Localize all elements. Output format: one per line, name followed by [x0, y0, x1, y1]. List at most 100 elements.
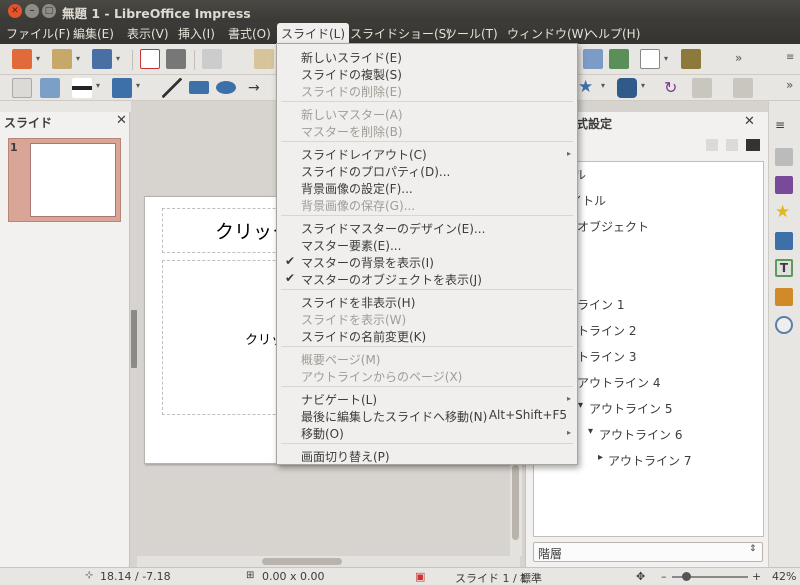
navigator-icon[interactable]: [775, 316, 793, 334]
animation-icon[interactable]: ★: [775, 203, 793, 221]
style-filter-select[interactable]: [533, 542, 763, 562]
arrange-icon[interactable]: [733, 78, 753, 98]
menu-insert[interactable]: 挿入(I): [178, 25, 215, 42]
menu-tools[interactable]: ツール(T): [445, 25, 498, 42]
menu-item-slide-layout[interactable]: スライドレイアウト(C): [301, 146, 427, 163]
menu-item-hide-slide[interactable]: スライドを非表示(H): [301, 294, 415, 311]
gallery-icon[interactable]: [775, 288, 793, 306]
style-menu-icon[interactable]: [746, 139, 760, 151]
style-item[interactable]: アウトライン 6: [599, 426, 682, 443]
arrow-icon[interactable]: →: [248, 78, 268, 98]
menu-item-master-elements[interactable]: マスター要素(E)...: [301, 237, 401, 254]
print-icon[interactable]: [166, 49, 186, 69]
zoom-level[interactable]: 42%: [772, 570, 796, 583]
image-icon[interactable]: [681, 49, 701, 69]
menu-item-slide-properties[interactable]: スライドのプロパティ(D)...: [301, 163, 450, 180]
slide-thumbnail[interactable]: [30, 143, 116, 217]
chevron-down-icon[interactable]: ▾: [664, 54, 668, 63]
save-icon[interactable]: [92, 49, 112, 69]
horizontal-scroll-thumb[interactable]: [262, 558, 342, 565]
maximize-window-icon[interactable]: □: [42, 4, 56, 18]
chevron-down-icon[interactable]: ▾: [76, 54, 80, 63]
style-item[interactable]: トライン 2: [577, 322, 636, 339]
menu-edit[interactable]: 編集(E): [73, 25, 114, 42]
expand-icon[interactable]: ▾: [578, 400, 583, 411]
chevron-down-icon[interactable]: ▾: [116, 54, 120, 63]
zoom-slider-handle[interactable]: [682, 572, 691, 581]
rotate-icon[interactable]: ↻: [664, 78, 684, 98]
chevron-down-icon[interactable]: ▾: [601, 81, 605, 90]
properties-icon[interactable]: [775, 148, 793, 166]
line-icon[interactable]: [162, 78, 182, 98]
menu-item-rename-slide[interactable]: スライドの名前変更(K): [301, 328, 426, 345]
style-item[interactable]: アウトライン 5: [589, 400, 672, 417]
style-item[interactable]: アウトライン 4: [577, 374, 660, 391]
zoom-out-icon[interactable]: –: [661, 570, 667, 583]
line-style-icon[interactable]: [72, 78, 92, 98]
menu-item-show-master-objects[interactable]: マスターのオブジェクトを表示(J): [301, 271, 482, 288]
menu-item-move[interactable]: 移動(O): [301, 425, 344, 442]
style-item[interactable]: アウトライン 7: [608, 452, 691, 469]
expand-icon[interactable]: ▸: [598, 452, 603, 463]
menu-format[interactable]: 書式(O): [228, 25, 271, 42]
ellipse-icon[interactable]: [216, 81, 236, 94]
new-style-icon[interactable]: [706, 139, 718, 151]
menu-slide[interactable]: スライド(L): [277, 23, 350, 44]
menu-item-last-edited-slide[interactable]: 最後に編集したスライドへ移動(N): [301, 408, 487, 425]
slide-transition-icon[interactable]: [775, 232, 793, 250]
table-icon[interactable]: [640, 49, 660, 69]
menu-item-show-master-background[interactable]: マスターの背景を表示(I): [301, 254, 434, 271]
style-item[interactable]: トライン 3: [577, 348, 636, 365]
menu-item-navigate[interactable]: ナビゲート(L): [301, 391, 377, 408]
toolbar-options-icon[interactable]: ≡: [786, 52, 794, 63]
close-icon[interactable]: ✕: [116, 113, 127, 128]
menu-view[interactable]: 表示(V): [127, 25, 169, 42]
sidebar-menu-icon[interactable]: ≡: [775, 118, 793, 136]
overflow-icon[interactable]: »: [735, 51, 742, 65]
select-arrow-icon[interactable]: [12, 78, 32, 98]
menu-item-master-design[interactable]: スライドマスターのデザイン(E)...: [301, 220, 485, 237]
submenu-arrow-icon: ▸: [567, 428, 572, 437]
chevron-down-icon[interactable]: ▾: [36, 54, 40, 63]
menu-item-set-background[interactable]: 背景画像の設定(F)...: [301, 180, 413, 197]
style-item[interactable]: ライン 1: [577, 296, 624, 313]
slideshow-icon[interactable]: [583, 49, 603, 69]
styles-icon[interactable]: T: [775, 259, 793, 277]
update-style-icon[interactable]: [726, 139, 738, 151]
layout-name: 標準: [520, 572, 542, 585]
overflow-icon[interactable]: »: [786, 78, 793, 92]
close-window-icon[interactable]: ✕: [8, 4, 22, 18]
star-icon[interactable]: ★: [578, 78, 598, 98]
chevron-down-icon[interactable]: ▾: [136, 81, 140, 90]
vertical-scroll-thumb[interactable]: [512, 465, 519, 540]
presentation-icon[interactable]: [609, 49, 629, 69]
open-icon[interactable]: [52, 49, 72, 69]
paste-icon[interactable]: [254, 49, 274, 69]
menu-file[interactable]: ファイル(F): [6, 25, 70, 42]
zoom-in-icon[interactable]: +: [752, 570, 761, 583]
document-modified-icon[interactable]: ▣: [415, 570, 425, 583]
chevron-down-icon[interactable]: ▾: [96, 81, 100, 90]
menu-item-duplicate-slide[interactable]: スライドの複製(S): [301, 66, 402, 83]
menu-slideshow[interactable]: スライドショー(S): [350, 25, 451, 42]
master-pages-icon[interactable]: [775, 176, 793, 194]
fill-icon[interactable]: [112, 78, 132, 98]
rectangle-icon[interactable]: [189, 81, 209, 94]
menu-help[interactable]: ヘルプ(H): [586, 25, 640, 42]
shape-icon[interactable]: [617, 78, 637, 98]
pdf-icon[interactable]: [140, 49, 160, 69]
zoom-icon[interactable]: [40, 78, 60, 98]
close-icon[interactable]: ✕: [744, 114, 755, 129]
menu-item-slide-transition[interactable]: 画面切り替え(P): [301, 448, 390, 465]
cut-icon[interactable]: [202, 49, 222, 69]
fit-zoom-icon[interactable]: ✥: [636, 570, 645, 583]
new-doc-icon[interactable]: [12, 49, 32, 69]
chevron-down-icon[interactable]: ▾: [641, 81, 645, 90]
align-icon[interactable]: [692, 78, 712, 98]
minimize-window-icon[interactable]: –: [25, 4, 39, 18]
menu-item-new-slide[interactable]: 新しいスライド(E): [301, 49, 402, 66]
expand-icon[interactable]: ▾: [588, 426, 593, 437]
panel-splitter-handle[interactable]: [131, 310, 137, 368]
check-icon: ✔: [285, 254, 296, 268]
menu-window[interactable]: ウィンドウ(W): [507, 25, 588, 42]
